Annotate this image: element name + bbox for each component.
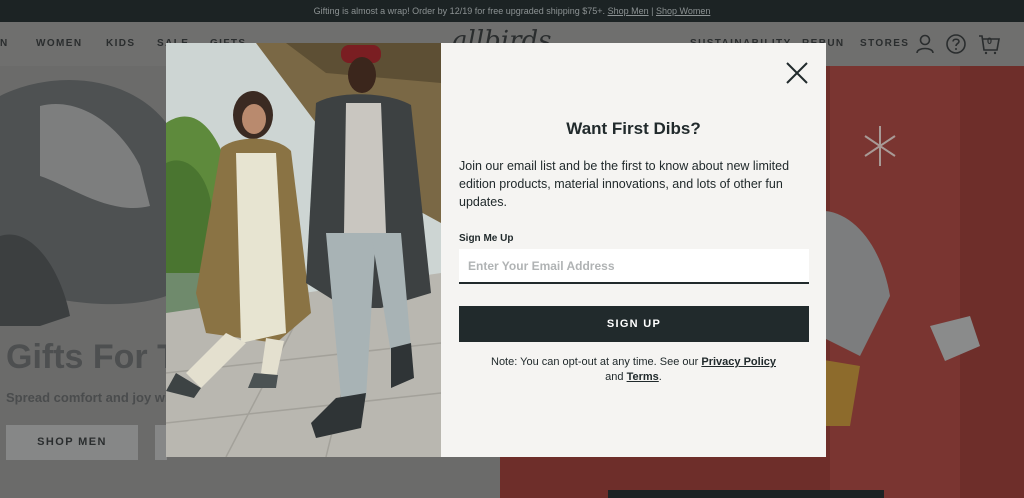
models-photo [166,43,441,457]
bottom-bar [608,490,884,498]
hero-subtitle: Spread comfort and joy wit [6,390,173,405]
shop-women-link[interactable]: Shop Women [656,6,710,16]
terms-link[interactable]: Terms [627,371,659,383]
account-icon[interactable] [914,33,936,55]
cart-count: 0 [987,36,993,46]
email-signup-modal: Want First Dibs? Join our email list and… [166,43,826,457]
email-field-label: Sign Me Up [459,233,514,244]
nav-item-stores[interactable]: STORES [860,22,909,66]
nav-item-women[interactable]: WOMEN [36,22,82,66]
help-icon[interactable] [945,33,967,55]
nav-item-kids[interactable]: KIDS [106,22,136,66]
privacy-policy-link[interactable]: Privacy Policy [701,356,776,368]
modal-content: Want First Dibs? Join our email list and… [441,43,826,457]
note-and: and [605,371,624,383]
nav-item-men[interactable]: N [0,22,9,66]
modal-title: Want First Dibs? [566,119,701,138]
note-text: Note: You can opt-out at any time. See o… [491,356,699,368]
shop-men-link[interactable]: Shop Men [608,6,649,16]
email-field[interactable] [459,249,809,284]
hero-title: Gifts For T [6,338,178,376]
announcement-bar: Gifting is almost a wrap! Order by 12/19… [0,0,1024,22]
opt-out-note: Note: You can opt-out at any time. See o… [481,355,786,385]
modal-photo [166,43,441,457]
modal-description: Join our email list and be the first to … [459,159,790,209]
shop-men-button[interactable]: SHOP MEN [6,425,138,460]
close-icon[interactable] [784,60,810,86]
note-period: . [658,371,662,383]
announcement-separator: | [651,6,654,16]
announcement-text: Gifting is almost a wrap! Order by 12/19… [313,6,606,16]
sign-up-button[interactable]: SIGN UP [459,306,809,342]
